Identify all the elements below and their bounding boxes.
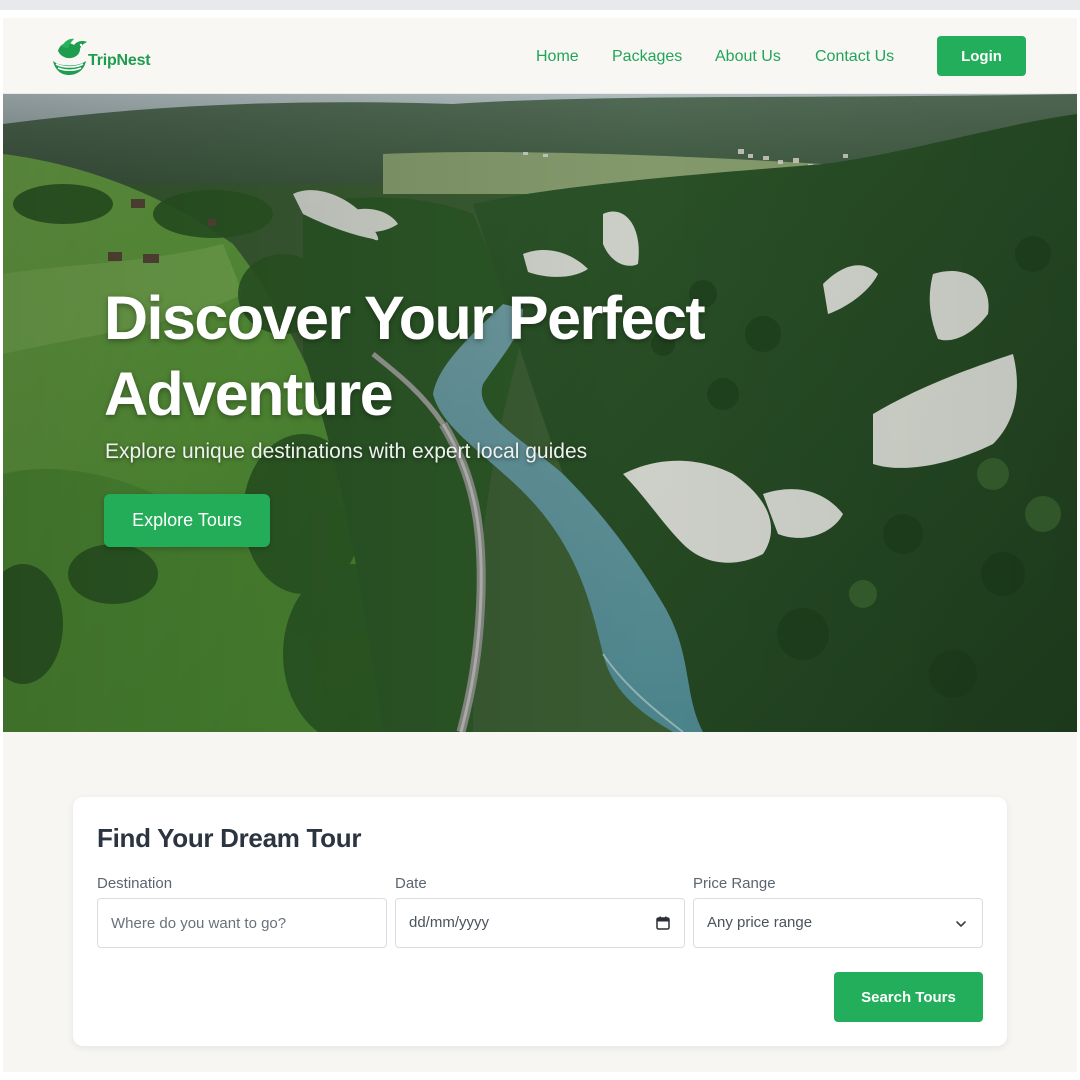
browser-viewport: TripNest Home Packages About Us Contact …	[0, 0, 1080, 1080]
logo[interactable]: TripNest	[50, 34, 151, 80]
tour-search-card: Find Your Dream Tour Destination Date Pr…	[73, 797, 1007, 1046]
price-range-select[interactable]: Any price range	[693, 898, 983, 948]
bird-nest-logo-icon	[53, 38, 87, 75]
search-card-title: Find Your Dream Tour	[97, 823, 362, 853]
destination-input[interactable]	[97, 898, 387, 948]
date-label: Date	[395, 875, 427, 892]
calendar-icon[interactable]	[656, 916, 670, 930]
navbar: TripNest Home Packages About Us Contact …	[3, 18, 1077, 94]
nav-link-about-us[interactable]: About Us	[715, 48, 781, 66]
price-range-selected: Any price range	[707, 914, 813, 931]
price-range-label: Price Range	[693, 875, 776, 892]
hero-section: Discover Your Perfect Adventure Explore …	[3, 94, 1077, 732]
date-input[interactable]: dd/mm/yyyy	[395, 898, 685, 948]
chevron-down-icon	[956, 921, 966, 927]
nav-link-packages[interactable]: Packages	[612, 48, 682, 66]
logo-text: TripNest	[88, 52, 151, 69]
nav-link-contact-us[interactable]: Contact Us	[815, 48, 894, 66]
date-input-value: dd/mm/yyyy	[409, 914, 490, 931]
login-button[interactable]: Login	[937, 36, 1026, 76]
browser-top-strip	[0, 0, 1080, 10]
explore-tours-button[interactable]: Explore Tours	[104, 494, 270, 547]
hero-subtitle: Explore unique destinations with expert …	[105, 440, 588, 463]
search-tours-button[interactable]: Search Tours	[834, 972, 983, 1022]
hero-title: Discover Your Perfect Adventure	[104, 284, 706, 428]
page: TripNest Home Packages About Us Contact …	[3, 18, 1077, 1072]
destination-label: Destination	[97, 875, 173, 892]
nav-link-home[interactable]: Home	[536, 48, 579, 66]
